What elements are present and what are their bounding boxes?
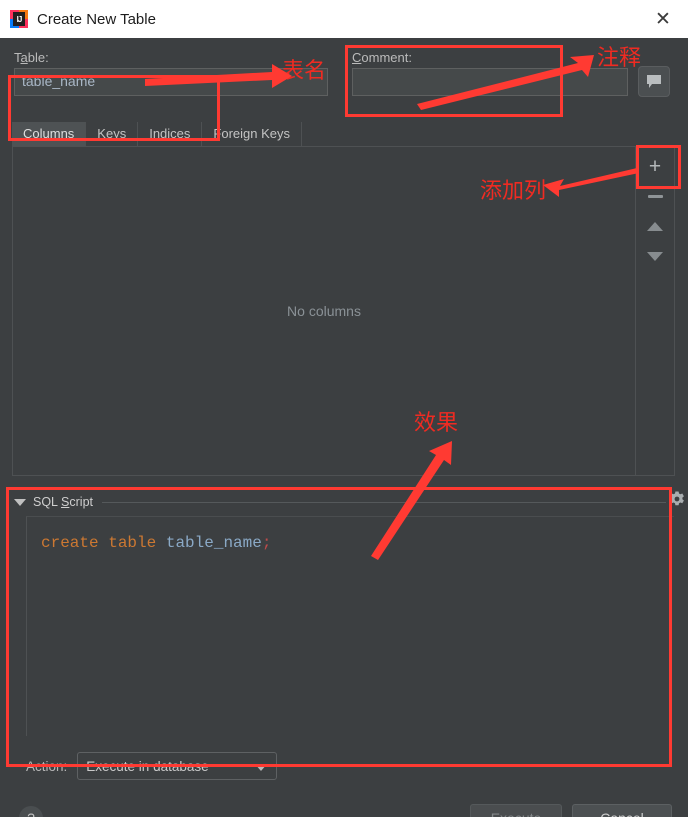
chevron-down-icon[interactable]	[14, 498, 26, 506]
tab-keys[interactable]: Keys	[86, 122, 139, 146]
sql-keyword-table: table	[108, 534, 157, 552]
chevron-down-icon	[255, 764, 268, 771]
speech-bubble-icon[interactable]	[638, 66, 670, 97]
comment-label: Comment:	[352, 50, 412, 65]
action-select-value: Execute in database	[86, 758, 209, 774]
action-select[interactable]: Execute in database	[77, 752, 278, 780]
close-icon[interactable]: ✕	[650, 7, 676, 31]
window-title: Create New Table	[37, 10, 156, 28]
columns-panel: No columns +	[12, 146, 675, 476]
fields-row: Table: table_name Comment:	[0, 38, 688, 118]
table-editor-tabs: Columns Keys Indices Foreign Keys	[12, 122, 302, 146]
sql-terminator: ;	[261, 534, 272, 552]
intellij-idea-icon: IJ	[10, 10, 28, 28]
sql-identifier: table_name	[165, 534, 262, 552]
cancel-button[interactable]: Cancel	[572, 804, 672, 817]
sql-script-title: SQL Script	[33, 495, 93, 509]
remove-column-button[interactable]	[639, 181, 671, 211]
columns-grid[interactable]: No columns	[13, 147, 636, 475]
tab-columns[interactable]: Columns	[12, 122, 87, 146]
sql-script-header: SQL Script	[14, 493, 674, 511]
action-label: Action:	[26, 758, 68, 774]
columns-toolbar: +	[636, 147, 674, 475]
action-row: Action: Execute in database	[26, 752, 278, 780]
add-column-button[interactable]: +	[639, 151, 671, 181]
sql-header-divider	[102, 501, 666, 503]
gear-icon[interactable]	[668, 490, 686, 508]
sql-keyword-create: create	[41, 534, 99, 552]
sql-script-editor[interactable]: create table table_name;	[26, 516, 674, 736]
no-columns-message: No columns	[287, 303, 361, 319]
create-new-table-dialog: IJ Create New Table ✕ Table: table_name …	[0, 0, 688, 817]
move-column-up-button[interactable]	[639, 211, 671, 241]
tab-foreign-keys[interactable]: Foreign Keys	[202, 122, 302, 146]
table-name-input[interactable]: table_name	[14, 68, 328, 96]
sql-code-line: create table table_name;	[27, 517, 674, 553]
comment-input[interactable]	[352, 68, 628, 96]
window-titlebar: IJ Create New Table ✕	[0, 0, 688, 38]
dialog-body: Table: table_name Comment: Columns Keys …	[0, 38, 688, 817]
help-button[interactable]: ?	[19, 806, 43, 817]
execute-button[interactable]: Execute	[470, 804, 562, 817]
tab-indices[interactable]: Indices	[138, 122, 203, 146]
move-column-down-button[interactable]	[639, 241, 671, 271]
table-name-label: Table:	[14, 50, 49, 65]
